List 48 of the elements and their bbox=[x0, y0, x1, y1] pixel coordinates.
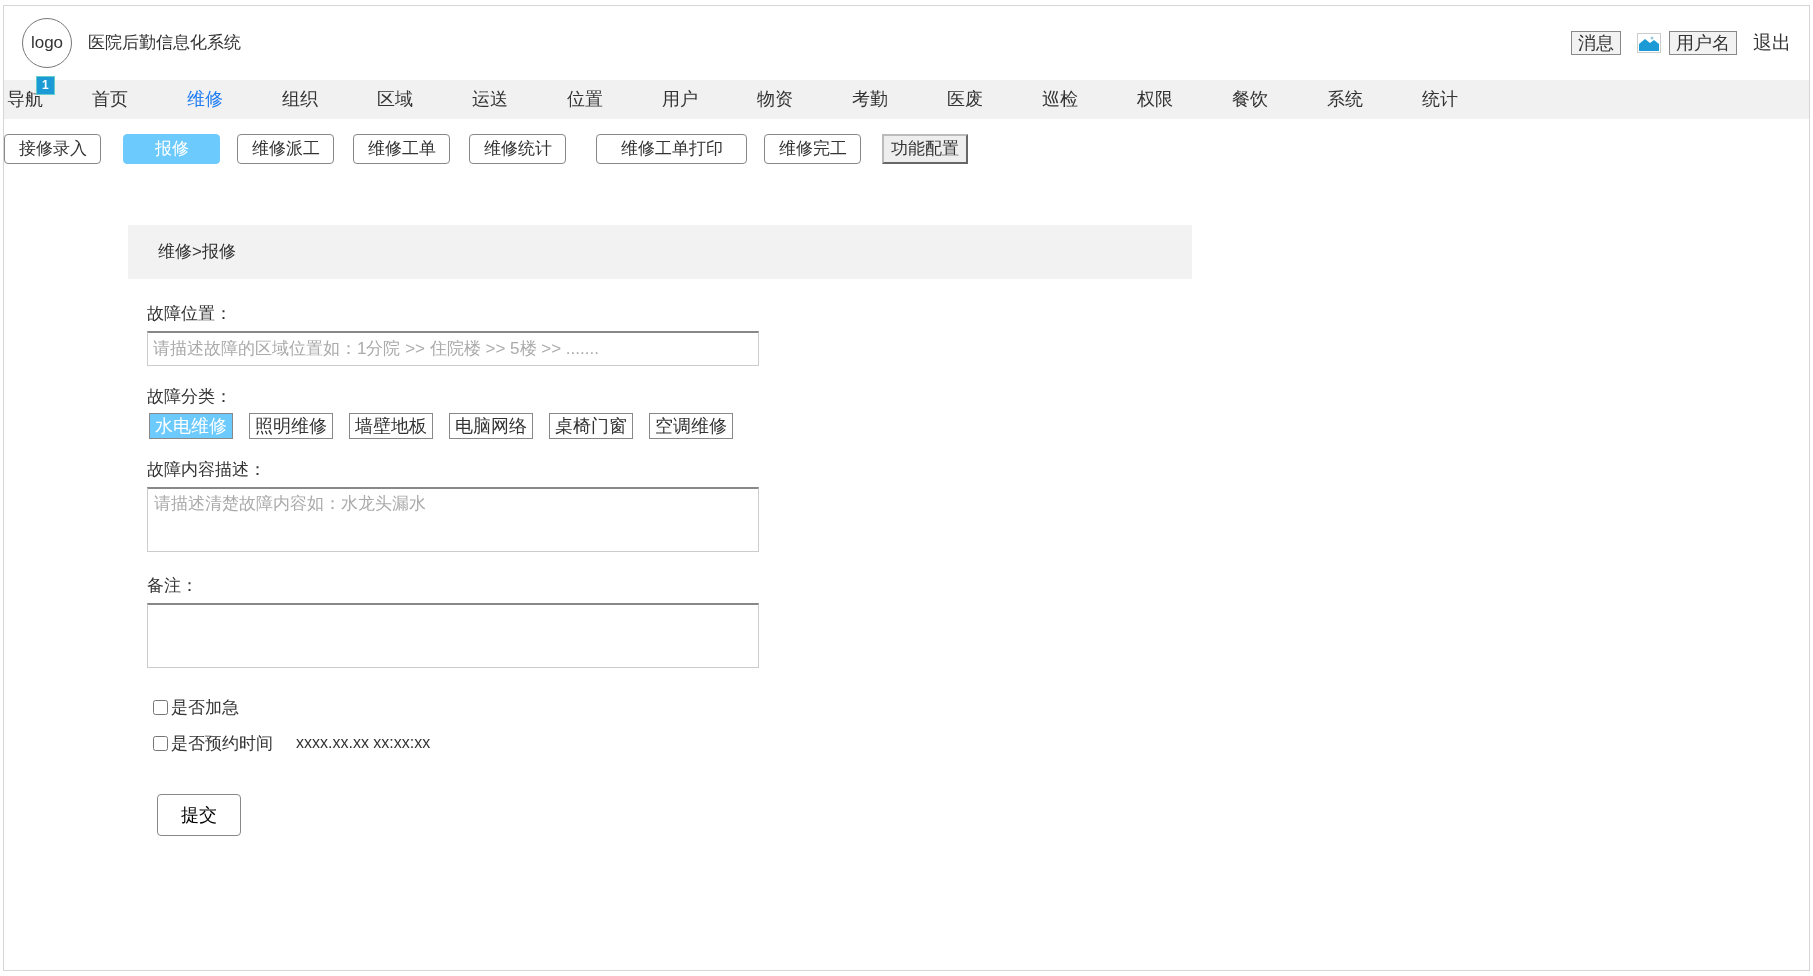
category-option[interactable]: 桌椅门窗 bbox=[549, 413, 633, 439]
subtab[interactable]: 接修录入 bbox=[4, 134, 101, 164]
nav-tab[interactable]: 考勤 bbox=[852, 89, 888, 109]
logout-link[interactable]: 退出 bbox=[1753, 28, 1791, 58]
field-label: 故障分类： bbox=[147, 385, 233, 408]
messages-link[interactable]: 消息 bbox=[1571, 31, 1621, 55]
field-label: 故障位置： bbox=[147, 303, 233, 325]
nav-tab[interactable]: 统计 bbox=[1422, 89, 1458, 109]
breadcrumb-text: 维修>报修 bbox=[158, 241, 236, 264]
subtab[interactable]: 功能配置 bbox=[882, 134, 968, 164]
category-option[interactable]: 电脑网络 bbox=[449, 413, 533, 439]
field-label: 备注： bbox=[147, 575, 199, 597]
nav-tab[interactable]: 运送 bbox=[472, 89, 508, 109]
description-field[interactable]: 请描述清楚故障内容如：水龙头漏水 bbox=[147, 486, 759, 552]
checkbox-label: 是否加急 bbox=[171, 697, 239, 719]
nav-tab[interactable]: 首页 bbox=[92, 89, 128, 109]
checkbox[interactable] bbox=[153, 700, 168, 716]
nav-tab[interactable]: 巡检 bbox=[1042, 89, 1078, 109]
category-option[interactable]: 墙壁地板 bbox=[349, 413, 433, 439]
image-icon[interactable] bbox=[1637, 33, 1661, 53]
checkbox[interactable] bbox=[153, 735, 168, 751]
nav-tab[interactable]: 区域 bbox=[377, 89, 413, 109]
nav-tab[interactable]: 用户 bbox=[662, 89, 698, 109]
count-badge: 1 bbox=[36, 76, 55, 95]
subtab[interactable]: 维修完工 bbox=[764, 134, 861, 164]
checkbox-label: 是否预约时间 bbox=[171, 732, 273, 755]
app-title: 医院后勤信息化系统 bbox=[88, 32, 241, 55]
nav-tab[interactable]: 餐饮 bbox=[1232, 89, 1268, 109]
field-label: 故障内容描述： bbox=[147, 459, 267, 481]
datetime-text: xxxx.xx.xx xx:xx:xx bbox=[296, 733, 431, 754]
username-link[interactable]: 用户名 bbox=[1669, 31, 1737, 55]
subtab[interactable]: 维修统计 bbox=[469, 134, 566, 164]
location-field[interactable]: 请描述故障的区域位置如：1分院 >> 住院楼 >> 5楼 >> ....... bbox=[147, 330, 759, 366]
nav-tab[interactable]: 维修 bbox=[187, 89, 223, 109]
nav-tab[interactable]: 位置 bbox=[567, 89, 603, 109]
nav-tab[interactable]: 物资 bbox=[757, 89, 793, 109]
category-option[interactable]: 照明维修 bbox=[249, 413, 333, 439]
submit-button[interactable]: 提交 bbox=[157, 794, 241, 836]
remarks-field[interactable] bbox=[147, 602, 759, 668]
subtab[interactable]: 维修工单 bbox=[353, 134, 450, 164]
logo: logo bbox=[22, 18, 72, 68]
category-option[interactable]: 空调维修 bbox=[649, 413, 733, 439]
nav-tab[interactable]: 权限 bbox=[1137, 89, 1173, 109]
nav-tab[interactable]: 组织 bbox=[282, 89, 318, 109]
nav-tab[interactable]: 医废 bbox=[947, 89, 983, 109]
subtab[interactable]: 维修工单打印 bbox=[596, 134, 747, 164]
subtab[interactable]: 维修派工 bbox=[237, 134, 334, 164]
nav-tab[interactable]: 系统 bbox=[1327, 89, 1363, 109]
